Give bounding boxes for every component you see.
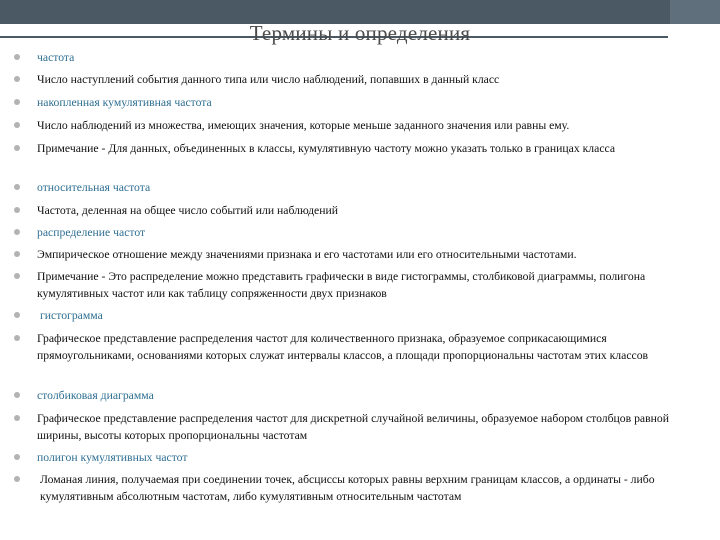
list-item-text: Примечание - Это распределение можно пре… [37, 270, 646, 300]
list-item-text: гистограмма [40, 309, 103, 322]
list-item-text: Ломаная линия, получаемая при соединении… [40, 473, 655, 503]
bullet-icon [14, 54, 20, 60]
bullet-icon [14, 273, 20, 279]
list-item: частота [14, 49, 704, 66]
bullet-icon [14, 251, 20, 257]
bullet-icon [14, 122, 20, 128]
bullet-icon [14, 454, 20, 460]
bullet-icon [14, 76, 20, 82]
list-item-text: Примечание - Для данных, объединенных в … [37, 142, 616, 155]
list-item-text: Частота, деленная на общее число событий… [37, 204, 339, 217]
bullet-icon [14, 476, 20, 482]
list-item: Графическое представление распределения … [14, 410, 704, 444]
bullet-icon [14, 312, 20, 318]
list-item: относительная частота [14, 179, 704, 196]
bullet-icon [14, 145, 20, 151]
list-item-text: Число наступлений события данного типа и… [37, 73, 500, 86]
list-item: Ломаная линия, получаемая при соединении… [14, 471, 704, 505]
list-item: Число наблюдений из множества, имеющих з… [14, 117, 704, 134]
bullet-icon [14, 229, 20, 235]
list-item: Число наступлений события данного типа и… [14, 71, 704, 88]
list-item-text: Эмпирическое отношение между значениями … [37, 248, 577, 261]
list-item-text: накопленная кумулятивная частота [37, 96, 212, 109]
list-item-text: Графическое представление распределения … [37, 332, 649, 362]
list-item: Примечание - Для данных, объединенных в … [14, 140, 704, 157]
terms-list: частота Число наступлений события данног… [0, 0, 720, 540]
list-item: Графическое представление распределения … [14, 330, 704, 364]
bullet-icon [14, 207, 20, 213]
list-item-text: столбиковая диаграмма [37, 389, 154, 402]
list-item-text: Графическое представление распределения … [37, 412, 669, 442]
list-item: распределение частот [14, 224, 704, 241]
bullet-icon [14, 415, 20, 421]
list-item: гистограмма [14, 307, 704, 324]
bullet-icon [14, 335, 20, 341]
list-item: столбиковая диаграмма [14, 387, 704, 404]
list-item-text: относительная частота [37, 181, 151, 194]
list-item-text: Число наблюдений из множества, имеющих з… [37, 119, 570, 132]
list-item-text: распределение частот [37, 226, 146, 239]
list-item: Частота, деленная на общее число событий… [14, 202, 704, 219]
list-item-text: частота [37, 51, 75, 64]
list-item: накопленная кумулятивная частота [14, 94, 704, 111]
bullet-icon [14, 184, 20, 190]
bullet-icon [14, 392, 20, 398]
list-item-text: полигон кумулятивных частот [37, 451, 188, 464]
list-item: полигон кумулятивных частот [14, 449, 704, 466]
list-item: Эмпирическое отношение между значениями … [14, 246, 704, 263]
list-item: Примечание - Это распределение можно пре… [14, 268, 704, 302]
bullet-icon [14, 99, 20, 105]
